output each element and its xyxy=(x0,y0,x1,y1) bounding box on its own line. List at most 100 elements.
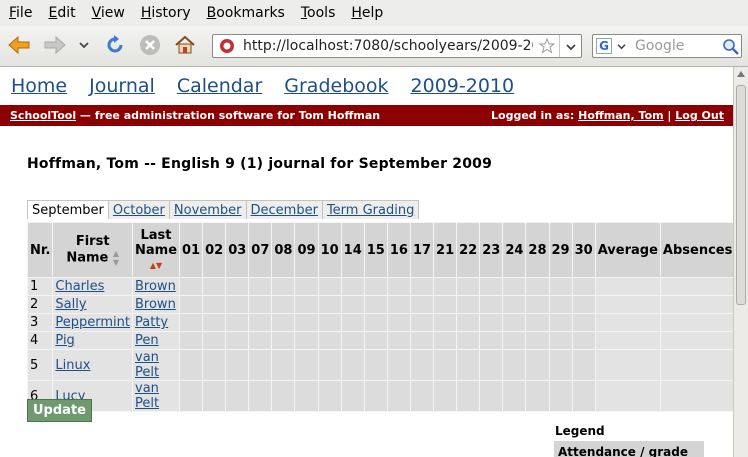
search-input[interactable]: Google xyxy=(635,38,684,54)
grade-cell[interactable] xyxy=(386,277,411,296)
grade-cell[interactable] xyxy=(502,349,527,381)
nav-gradebook-link[interactable]: Gradebook xyxy=(284,75,388,97)
grade-cell[interactable] xyxy=(317,313,342,332)
grade-cell[interactable] xyxy=(363,295,388,314)
grade-cell[interactable] xyxy=(433,331,458,350)
grade-cell[interactable] xyxy=(386,295,411,314)
user-link[interactable]: Hoffman, Tom xyxy=(578,109,663,122)
schooltool-link[interactable]: SchoolTool xyxy=(10,109,76,122)
grade-cell[interactable] xyxy=(502,313,527,332)
history-dropdown[interactable] xyxy=(74,32,94,58)
back-button[interactable] xyxy=(6,32,32,58)
grade-cell[interactable] xyxy=(317,331,342,350)
grade-cell[interactable] xyxy=(525,380,550,412)
grade-cell[interactable] xyxy=(479,277,504,296)
grade-cell[interactable] xyxy=(225,380,250,412)
grade-cell[interactable] xyxy=(386,331,411,350)
grade-cell[interactable] xyxy=(502,380,527,412)
menu-tools[interactable]: Tools xyxy=(292,5,343,21)
magnifier-icon[interactable] xyxy=(722,38,739,55)
grade-cell[interactable] xyxy=(433,295,458,314)
first-name-link[interactable]: Sally xyxy=(55,297,86,312)
grade-cell[interactable] xyxy=(409,277,435,296)
menu-view[interactable]: View xyxy=(83,5,132,21)
grade-cell[interactable] xyxy=(433,380,458,412)
home-button[interactable] xyxy=(172,32,198,58)
grade-cell[interactable] xyxy=(502,277,527,296)
menu-edit[interactable]: Edit xyxy=(39,5,82,21)
tab-november[interactable]: November xyxy=(168,200,247,219)
grade-cell[interactable] xyxy=(294,313,319,332)
url-dropdown-button[interactable] xyxy=(559,35,582,57)
grade-cell[interactable] xyxy=(548,380,573,412)
grade-cell[interactable] xyxy=(525,313,550,332)
grade-cell[interactable] xyxy=(456,295,481,314)
menu-help[interactable]: Help xyxy=(342,5,390,21)
grade-cell[interactable] xyxy=(386,313,411,332)
grade-cell[interactable] xyxy=(317,349,342,381)
scrollbar-thumb[interactable] xyxy=(736,85,746,305)
reload-button[interactable] xyxy=(102,32,128,58)
grade-cell[interactable] xyxy=(294,380,319,412)
tab-september[interactable]: September xyxy=(27,200,109,219)
grade-cell[interactable] xyxy=(502,295,527,314)
grade-cell[interactable] xyxy=(317,277,342,296)
grade-cell[interactable] xyxy=(179,313,204,332)
grade-cell[interactable] xyxy=(456,380,481,412)
grade-cell[interactable] xyxy=(225,349,250,381)
grade-cell[interactable] xyxy=(202,380,227,412)
grade-cell[interactable] xyxy=(386,380,411,412)
grade-cell[interactable] xyxy=(409,349,435,381)
nav-journal-link[interactable]: Journal xyxy=(89,75,155,97)
grade-cell[interactable] xyxy=(363,331,388,350)
grade-cell[interactable] xyxy=(271,295,296,314)
tab-october[interactable]: October xyxy=(107,200,170,219)
grade-cell[interactable] xyxy=(409,313,435,332)
grade-cell[interactable] xyxy=(340,295,365,314)
grade-cell[interactable] xyxy=(225,295,250,314)
grade-cell[interactable] xyxy=(479,331,504,350)
grade-cell[interactable] xyxy=(571,313,596,332)
grade-cell[interactable] xyxy=(225,313,250,332)
search-bar[interactable]: G Google xyxy=(592,34,742,58)
grade-cell[interactable] xyxy=(456,313,481,332)
grade-cell[interactable] xyxy=(548,277,573,296)
grade-cell[interactable] xyxy=(225,331,250,350)
last-name-link[interactable]: Brown xyxy=(135,297,176,312)
last-name-link[interactable]: Patty xyxy=(135,315,168,330)
tab-term-grading[interactable]: Term Grading xyxy=(321,200,420,219)
grade-cell[interactable] xyxy=(479,295,504,314)
grade-cell[interactable] xyxy=(271,349,296,381)
grade-cell[interactable] xyxy=(179,349,204,381)
grade-cell[interactable] xyxy=(525,295,550,314)
url-bar[interactable]: http://localhost:7080/schoolyears/2009-2… xyxy=(212,34,582,58)
grade-cell[interactable] xyxy=(248,295,273,314)
logout-link[interactable]: Log Out xyxy=(675,109,724,122)
grade-cell[interactable] xyxy=(202,331,227,350)
grade-cell[interactable] xyxy=(525,277,550,296)
grade-cell[interactable] xyxy=(179,277,204,296)
grade-cell[interactable] xyxy=(294,295,319,314)
grade-cell[interactable] xyxy=(202,277,227,296)
grade-cell[interactable] xyxy=(248,313,273,332)
grade-cell[interactable] xyxy=(271,277,296,296)
vertical-scrollbar[interactable] xyxy=(733,67,748,457)
grade-cell[interactable] xyxy=(571,331,596,350)
grade-cell[interactable] xyxy=(456,331,481,350)
grade-cell[interactable] xyxy=(340,313,365,332)
last-name-link[interactable]: Brown xyxy=(135,279,176,294)
grade-cell[interactable] xyxy=(202,295,227,314)
nav-calendar-link[interactable]: Calendar xyxy=(177,75,262,97)
google-engine-icon[interactable]: G xyxy=(596,38,612,54)
nav-schoolyear-link[interactable]: 2009-2010 xyxy=(411,75,515,97)
grade-cell[interactable] xyxy=(433,277,458,296)
grade-cell[interactable] xyxy=(248,380,273,412)
grade-cell[interactable] xyxy=(340,331,365,350)
grade-cell[interactable] xyxy=(363,380,388,412)
grade-cell[interactable] xyxy=(456,277,481,296)
nav-home-link[interactable]: Home xyxy=(11,75,67,97)
grade-cell[interactable] xyxy=(525,331,550,350)
menu-bookmarks[interactable]: Bookmarks xyxy=(198,5,292,21)
grade-cell[interactable] xyxy=(409,295,435,314)
grade-cell[interactable] xyxy=(548,295,573,314)
